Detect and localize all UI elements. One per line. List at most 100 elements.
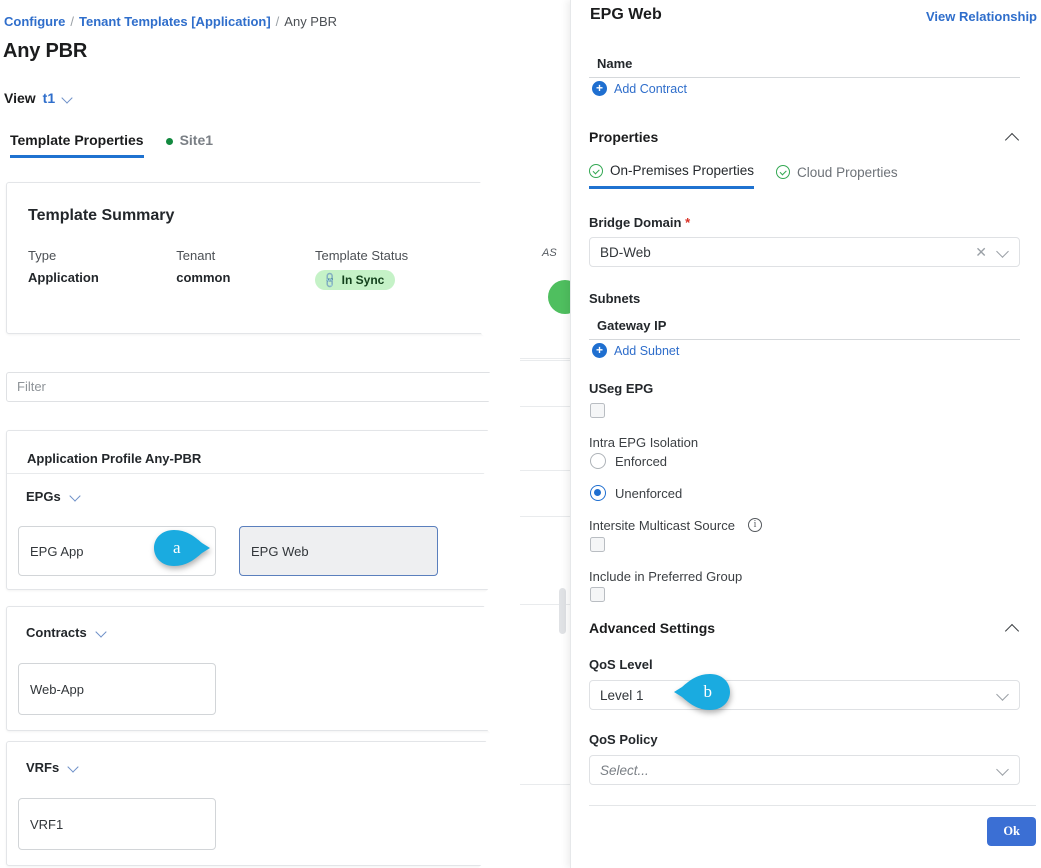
view-value[interactable]: t1 xyxy=(43,90,55,106)
tab-site1[interactable]: Site1 xyxy=(165,132,214,155)
vrf-item-vrf1-label: VRF1 xyxy=(30,816,64,832)
status-badge-label: In Sync xyxy=(341,273,385,287)
view-selector[interactable]: View t1 xyxy=(4,90,73,106)
chevron-up-icon-advanced[interactable] xyxy=(1006,622,1020,636)
contract-item-web-app-label: Web-App xyxy=(30,681,84,697)
chevron-down-icon[interactable] xyxy=(997,764,1009,776)
template-summary-fields: Type Application Tenant common Template … xyxy=(28,248,468,290)
divider xyxy=(7,473,505,474)
intra-epg-isolation-label: Intra EPG Isolation xyxy=(589,435,699,450)
callout-marker-b: b xyxy=(672,672,732,712)
qos-level-value: Level 1 xyxy=(600,687,644,703)
properties-tabs: On-Premises Properties Cloud Properties xyxy=(589,163,898,189)
chevron-down-icon[interactable] xyxy=(997,246,1009,258)
tab-on-premises-properties[interactable]: On-Premises Properties xyxy=(589,163,755,189)
bridge-domain-value: BD-Web xyxy=(600,244,651,260)
qos-level-label: QoS Level xyxy=(589,657,653,672)
filter-input[interactable]: Filter xyxy=(6,372,506,402)
view-relationship-link[interactable]: View Relationship xyxy=(926,9,1037,24)
bridge-domain-label-text: Bridge Domain xyxy=(589,215,682,230)
scrollbar-thumb[interactable] xyxy=(559,588,566,634)
qos-policy-placeholder: Select... xyxy=(600,762,649,778)
chevron-down-icon[interactable] xyxy=(62,93,73,104)
radio-unenforced[interactable] xyxy=(590,485,606,501)
view-label: View xyxy=(4,90,36,106)
intersite-multicast-source-label: Intersite Multicast Source xyxy=(589,518,735,533)
contracts-section-header[interactable]: Contracts xyxy=(26,625,107,640)
vrfs-section-header[interactable]: VRFs xyxy=(26,760,79,775)
chevron-up-icon-properties[interactable] xyxy=(1006,131,1020,145)
advanced-settings-title: Advanced Settings xyxy=(589,620,716,636)
close-icon[interactable]: ✕ xyxy=(975,244,987,261)
subnets-column-gateway-ip-header: Gateway IP xyxy=(597,318,667,333)
qos-level-select[interactable]: Level 1 xyxy=(589,680,1020,710)
ghost-label: AS xyxy=(542,247,557,259)
scrollbar-track[interactable] xyxy=(559,0,566,868)
panel-title: EPG Web xyxy=(590,6,662,23)
template-summary-card: Template Summary Type Application Tenant… xyxy=(6,182,506,334)
callout-marker-a-letter: a xyxy=(173,538,181,557)
qos-policy-select[interactable]: Select... xyxy=(589,755,1020,785)
required-asterisk-icon: * xyxy=(685,215,691,230)
radio-enforced[interactable] xyxy=(590,453,606,469)
callout-marker-a: a xyxy=(152,528,212,568)
page-title: Any PBR xyxy=(3,40,88,62)
include-preferred-group-label: Include in Preferred Group xyxy=(589,569,743,584)
left-panel: Configure / Tenant Templates [Application]… xyxy=(0,0,510,868)
contract-item-web-app[interactable]: Web-App xyxy=(18,663,216,715)
useg-epg-label: USeg EPG xyxy=(589,381,654,396)
add-contract-button[interactable]: + Add Contract xyxy=(592,81,687,96)
template-summary-title: Template Summary xyxy=(28,207,175,224)
template-tabs: Template Properties Site1 xyxy=(0,132,510,160)
contracts-column-name-header: Name xyxy=(597,56,633,71)
add-subnet-button[interactable]: + Add Subnet xyxy=(592,343,679,358)
epg-item-app-label: EPG App xyxy=(30,543,84,559)
summary-field-type-value: Application xyxy=(28,270,99,285)
radio-enforced-label[interactable]: Enforced xyxy=(615,454,667,469)
tab-site1-label: Site1 xyxy=(179,132,214,148)
chevron-down-icon[interactable] xyxy=(96,627,107,638)
contracts-label: Contracts xyxy=(26,625,87,640)
add-subnet-label: Add Subnet xyxy=(614,343,680,358)
qos-policy-label: QoS Policy xyxy=(589,732,658,747)
ok-button[interactable]: Ok xyxy=(987,817,1036,846)
intersite-multicast-source-checkbox[interactable] xyxy=(590,537,605,552)
bridge-domain-select[interactable]: BD-Web ✕ xyxy=(589,237,1020,267)
tab-template-properties-label: Template Properties xyxy=(10,132,144,148)
tab-cloud-properties-label: Cloud Properties xyxy=(797,164,898,180)
radio-unenforced-label[interactable]: Unenforced xyxy=(615,486,682,501)
include-preferred-group-checkbox[interactable] xyxy=(590,587,605,602)
chevron-down-icon[interactable] xyxy=(68,762,79,773)
epg-item-web[interactable]: EPG Web xyxy=(239,526,438,576)
vrfs-label: VRFs xyxy=(26,760,60,775)
breadcrumb-item-configure[interactable]: Configure xyxy=(4,14,65,29)
vrfs-card: VRFs VRF1 xyxy=(6,741,506,866)
summary-field-status-label: Template Status xyxy=(314,248,409,263)
summary-field-tenant: Tenant common xyxy=(176,248,315,290)
subnets-label: Subnets xyxy=(589,291,641,306)
chevron-down-icon[interactable] xyxy=(997,689,1009,701)
screenshot-root: AS Configure / Tenant Templates [Applicati… xyxy=(0,0,1041,868)
tab-cloud-properties[interactable]: Cloud Properties xyxy=(776,163,898,189)
breadcrumb-item-current: Any PBR xyxy=(284,14,338,29)
useg-epg-checkbox[interactable] xyxy=(590,403,605,418)
link-icon: 🔗 xyxy=(321,271,340,290)
info-icon[interactable]: i xyxy=(748,518,762,532)
check-circle-icon xyxy=(776,165,791,179)
epgs-label: EPGs xyxy=(26,489,61,504)
summary-field-type-label: Type xyxy=(28,248,57,263)
vrf-item-vrf1[interactable]: VRF1 xyxy=(18,798,216,850)
summary-field-type: Type Application xyxy=(28,248,176,290)
breadcrumb-separator-2: / xyxy=(275,14,280,29)
add-contract-label: Add Contract xyxy=(614,81,687,96)
epg-item-web-label: EPG Web xyxy=(251,543,309,559)
chevron-down-icon[interactable] xyxy=(70,491,81,502)
site-status-dot-icon xyxy=(165,137,173,145)
tab-template-properties[interactable]: Template Properties xyxy=(10,132,144,158)
bridge-domain-label: Bridge Domain * xyxy=(589,215,690,230)
epgs-section-header[interactable]: EPGs xyxy=(26,489,81,504)
breadcrumb-item-tenant-templates[interactable]: Tenant Templates [Application] xyxy=(79,14,271,29)
properties-section-title: Properties xyxy=(589,129,659,145)
breadcrumb: Configure / Tenant Templates [Application]… xyxy=(4,13,337,31)
application-profile-card: Application Profile Any-PBR EPGs EPG App… xyxy=(6,430,506,590)
